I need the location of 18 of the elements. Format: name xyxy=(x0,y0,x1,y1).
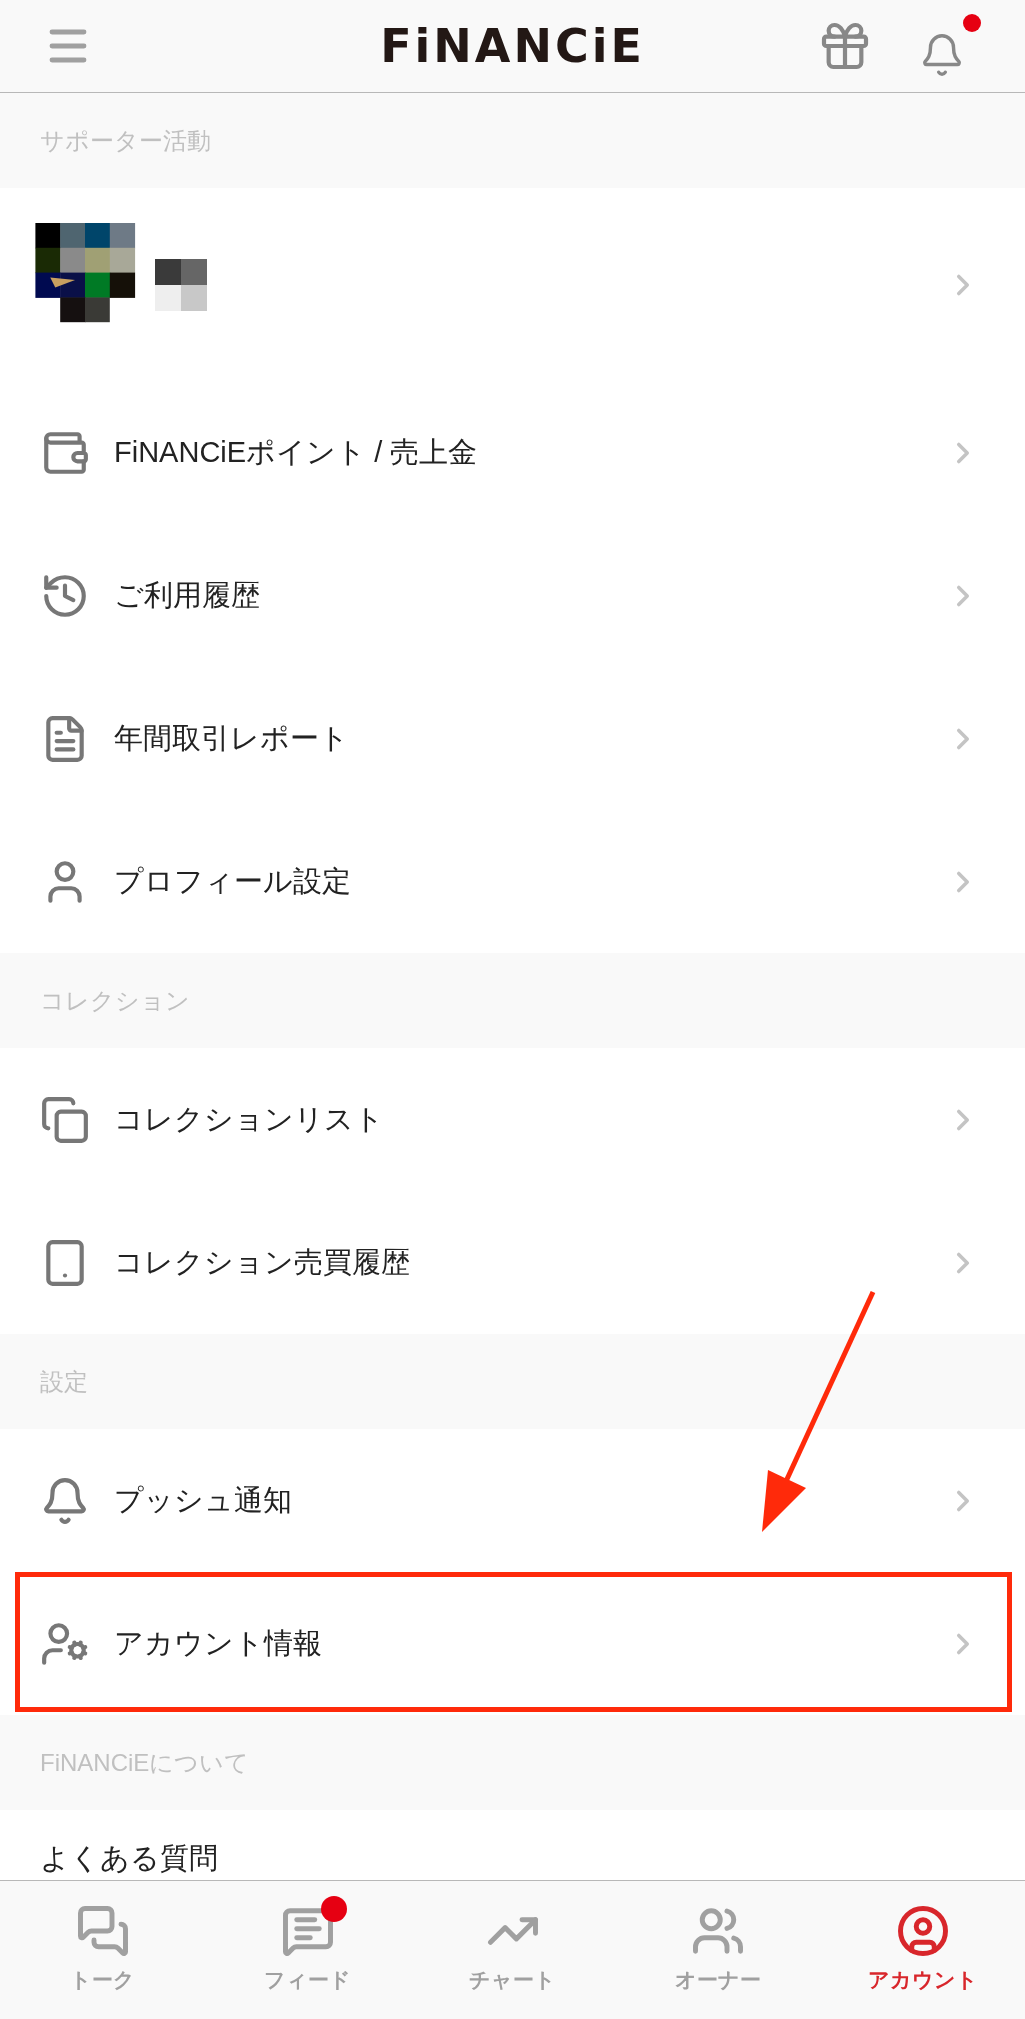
menu-row[interactable]: 年間取引レポート xyxy=(0,667,1025,810)
account-icon xyxy=(895,1904,950,1959)
section-title: FiNANCiEについて xyxy=(40,1747,250,1778)
menu-row[interactable]: プッシュ通知 xyxy=(0,1429,1025,1572)
section-title: サポーター活動 xyxy=(40,125,211,156)
menu-row[interactable]: ご利用履歴 xyxy=(0,524,1025,667)
section-title: 設定 xyxy=(40,1366,88,1397)
chat-icon xyxy=(75,1904,130,1959)
menu-row[interactable]: コレクション売買履歴 xyxy=(0,1191,1025,1334)
logo: FiNANCiE xyxy=(380,18,645,74)
menu-row[interactable]: FiNANCiEポイント / 売上金 xyxy=(0,381,1025,524)
section-title: コレクション xyxy=(40,985,190,1016)
cards-icon xyxy=(40,1094,90,1145)
menu-row[interactable]: よくある質問 xyxy=(0,1810,1025,1882)
menu-row[interactable]: プロフィール設定 xyxy=(0,810,1025,953)
menu-row[interactable]: コレクションリスト xyxy=(0,1048,1025,1191)
menu-row[interactable]: アカウント情報 xyxy=(0,1572,1025,1715)
tab[interactable]: アカウント xyxy=(820,1881,1025,2019)
